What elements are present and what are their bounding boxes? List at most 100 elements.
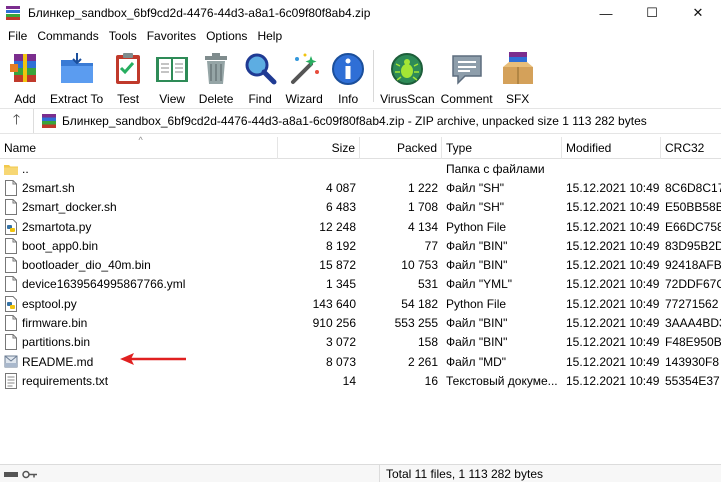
column-header-size[interactable]: Size bbox=[278, 136, 360, 159]
file-icon bbox=[4, 257, 22, 274]
file-row[interactable]: firmware.bin 910 256 553 255 Файл "BIN" 15.1… bbox=[0, 313, 721, 332]
file-row[interactable]: README.md 8 073 2 261 Файл "MD" 15.12.2021 1… bbox=[0, 352, 721, 371]
file-size: 4 087 bbox=[325, 180, 356, 195]
column-header-crc32[interactable]: CRC32 bbox=[661, 137, 721, 159]
file-packed: 1 708 bbox=[407, 200, 438, 215]
add-label: Add bbox=[14, 92, 36, 106]
file-crc32: 8C6D8C17 bbox=[665, 180, 721, 195]
file-row[interactable]: 2smart.sh 4 087 1 222 Файл "SH" 15.12.2021 1… bbox=[0, 178, 721, 197]
file-crc32: 143930F8 bbox=[665, 354, 720, 369]
trash-bin-icon bbox=[205, 53, 228, 84]
menu-tools[interactable]: Tools bbox=[104, 29, 142, 43]
file-name-cell: esptool.py bbox=[0, 295, 278, 312]
delete-button[interactable]: Delete bbox=[197, 46, 235, 106]
file-icon bbox=[4, 199, 22, 216]
column-header-packed[interactable]: Packed bbox=[360, 136, 442, 159]
file-packed: 16 bbox=[424, 373, 438, 388]
file-name-cell: device1639564995867766.yml bbox=[0, 276, 278, 293]
menu-help[interactable]: Help bbox=[252, 29, 287, 43]
file-type: Текстовый докуме... bbox=[446, 373, 558, 388]
file-name-cell: .. bbox=[0, 161, 278, 177]
file-packed: 553 255 bbox=[394, 316, 438, 331]
maximize-button[interactable]: ☐ bbox=[629, 0, 675, 26]
file-row[interactable]: bootloader_dio_40m.bin 15 872 10 753 Файл "… bbox=[0, 255, 721, 274]
file-name-cell: 2smart.sh bbox=[0, 179, 278, 196]
file-name-cell: partitions.bin bbox=[0, 334, 278, 351]
wizard-button[interactable]: Wizard bbox=[285, 46, 323, 106]
file-size: 6 483 bbox=[325, 200, 356, 215]
column-header-modified[interactable]: Modified bbox=[562, 136, 661, 159]
minimize-button[interactable]: — bbox=[583, 0, 629, 26]
file-crc32: E66DC758 bbox=[665, 219, 721, 234]
menu-options[interactable]: Options bbox=[201, 29, 252, 43]
close-button[interactable]: ✕ bbox=[675, 0, 721, 26]
file-row[interactable]: partitions.bin 3 072 158 Файл "BIN" 15.12.20… bbox=[0, 333, 721, 352]
extract-to-button[interactable]: Extract To bbox=[50, 46, 103, 106]
file-name: README.md bbox=[22, 354, 94, 369]
sfx-button[interactable]: SFX bbox=[499, 46, 537, 106]
column-header-name[interactable]: Name ^ bbox=[0, 134, 278, 159]
toolbar-separator bbox=[373, 50, 375, 102]
column-name-label: Name bbox=[4, 140, 37, 155]
menu-file[interactable]: File bbox=[3, 29, 32, 43]
archive-icon bbox=[42, 114, 56, 128]
find-button[interactable]: Find bbox=[241, 46, 279, 106]
info-button[interactable]: Info bbox=[329, 46, 367, 106]
file-name-cell: requirements.txt bbox=[0, 372, 278, 389]
file-row[interactable]: boot_app0.bin 8 192 77 Файл "BIN" 15.12.2021… bbox=[0, 236, 721, 255]
sort-ascending-icon: ^ bbox=[138, 134, 143, 145]
comment-label: Comment bbox=[440, 92, 493, 106]
up-one-level-button[interactable]: 🡑 bbox=[0, 109, 34, 133]
status-total: Total 11 files, 1 113 282 bytes bbox=[386, 466, 543, 481]
menu-commands[interactable]: Commands bbox=[32, 29, 103, 43]
file-row[interactable]: .. Папка с файлами bbox=[0, 159, 721, 178]
file-row[interactable]: esptool.py 143 640 54 182 Python File 15.12.… bbox=[0, 294, 721, 313]
virusscan-label: VirusScan bbox=[380, 92, 435, 106]
file-crc32: E50BB58B bbox=[665, 200, 721, 215]
comment-icon bbox=[451, 55, 482, 85]
file-crc32: 83D95B2D bbox=[665, 238, 721, 253]
file-modified: 15.12.2021 10:49 bbox=[566, 296, 660, 311]
file-modified: 15.12.2021 10:49 bbox=[566, 316, 660, 331]
path-field[interactable]: Блинкер_sandbox_6bf9cd2d-4476-44d3-a8a1-… bbox=[34, 109, 721, 133]
file-type: Папка с файлами bbox=[446, 161, 545, 176]
file-name: device1639564995867766.yml bbox=[22, 277, 186, 292]
drive-key-icon bbox=[4, 470, 37, 478]
file-name-cell: firmware.bin bbox=[0, 315, 278, 332]
extract-to-label: Extract To bbox=[50, 92, 104, 106]
sfx-box-icon bbox=[502, 52, 533, 84]
file-row[interactable]: 2smart_docker.sh 6 483 1 708 Файл "SH" 15.12… bbox=[0, 198, 721, 217]
file-modified: 15.12.2021 10:49 bbox=[566, 354, 660, 369]
add-archive-icon bbox=[10, 54, 36, 82]
file-type: Файл "BIN" bbox=[446, 258, 508, 273]
comment-button[interactable]: Comment bbox=[441, 46, 493, 106]
file-size: 3 072 bbox=[325, 335, 356, 350]
file-size: 8 073 bbox=[325, 354, 356, 369]
menu-favorites[interactable]: Favorites bbox=[142, 29, 201, 43]
file-modified: 15.12.2021 10:49 bbox=[566, 258, 660, 273]
test-button[interactable]: Test bbox=[109, 46, 147, 106]
file-list-header: Name ^ Size Packed Type Modified CRC32 bbox=[0, 134, 721, 159]
file-type: Файл "BIN" bbox=[446, 316, 508, 331]
status-bar: Total 11 files, 1 113 282 bytes bbox=[0, 464, 721, 482]
file-crc32: F48E950B bbox=[665, 335, 721, 350]
file-row[interactable]: requirements.txt 14 16 Текстовый докуме... 1… bbox=[0, 371, 721, 390]
file-name-cell: 2smart_docker.sh bbox=[0, 199, 278, 216]
file-modified: 15.12.2021 10:49 bbox=[566, 180, 660, 195]
file-row[interactable]: 2smartota.py 12 248 4 134 Python File 15.12.… bbox=[0, 217, 721, 236]
file-size: 12 248 bbox=[319, 219, 356, 234]
virusscan-button[interactable]: VirusScan bbox=[380, 46, 435, 106]
file-row[interactable]: device1639564995867766.yml 1 345 531 Файл "… bbox=[0, 275, 721, 294]
toolbar: Add Extract To Test View Delete Find Wiz… bbox=[0, 46, 721, 108]
view-button[interactable]: View bbox=[153, 46, 191, 106]
file-icon bbox=[4, 315, 22, 332]
wizard-label: Wizard bbox=[285, 92, 323, 106]
file-name: bootloader_dio_40m.bin bbox=[22, 258, 151, 273]
file-type: Файл "MD" bbox=[446, 354, 507, 369]
file-modified: 15.12.2021 10:49 bbox=[566, 200, 660, 215]
add-button[interactable]: Add bbox=[6, 46, 44, 106]
file-type: Файл "SH" bbox=[446, 200, 505, 215]
file-name: 2smartota.py bbox=[22, 219, 92, 234]
menu-bar: File Commands Tools Favorites Options He… bbox=[0, 26, 721, 46]
column-header-type[interactable]: Type bbox=[442, 136, 562, 159]
